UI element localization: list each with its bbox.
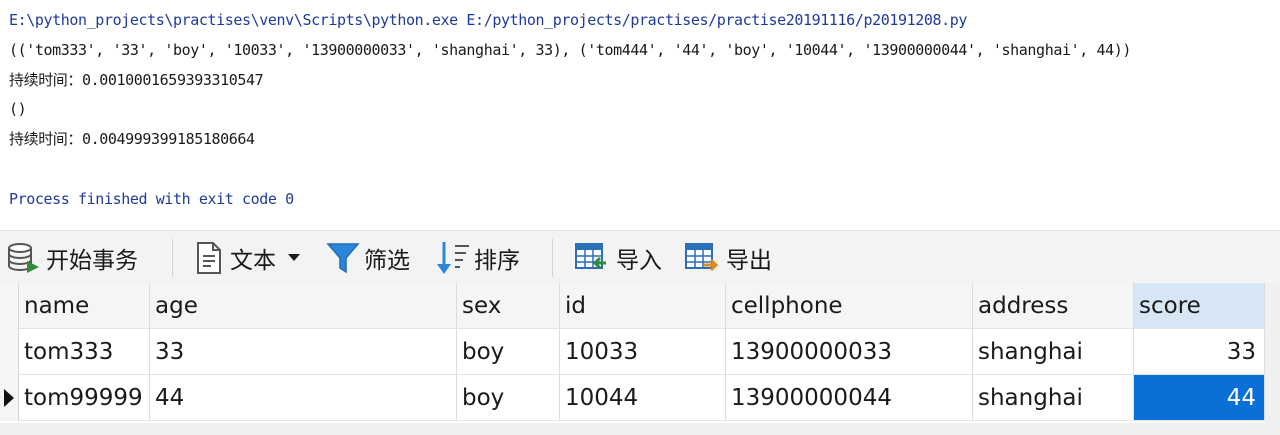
table-import-icon xyxy=(574,241,608,275)
filter-label: 筛选 xyxy=(364,247,410,274)
cell-score-selected[interactable]: 44 xyxy=(1134,375,1265,421)
cell-address[interactable]: shanghai xyxy=(973,375,1134,421)
import-label: 导入 xyxy=(616,247,662,274)
begin-transaction-button[interactable]: 开始事务 xyxy=(6,231,138,284)
cell-age[interactable]: 33 xyxy=(150,329,457,375)
cell-address[interactable]: shanghai xyxy=(973,329,1134,375)
cell-name[interactable]: tom99999 xyxy=(19,375,150,421)
sort-label: 排序 xyxy=(474,247,520,274)
table-toolbar: 开始事务 文本 筛选 排序 导入 导出 xyxy=(0,230,1280,283)
chevron-down-icon[interactable] xyxy=(288,253,300,262)
console-exit-line: Process finished with exit code 0 xyxy=(9,190,294,208)
import-button[interactable]: 导入 xyxy=(574,231,662,284)
text-view-label: 文本 xyxy=(230,247,276,274)
current-row-arrow-icon xyxy=(4,389,14,407)
console-duration-line: 持续时间：0.004999399185180664 xyxy=(9,130,255,148)
data-grid: name age sex id cellphone address score … xyxy=(0,283,1265,423)
grid-corner xyxy=(0,283,19,329)
column-header-score[interactable]: score xyxy=(1134,283,1265,329)
begin-transaction-label: 开始事务 xyxy=(46,247,138,274)
export-label: 导出 xyxy=(726,247,772,274)
funnel-icon xyxy=(326,241,360,275)
row-selector[interactable] xyxy=(0,375,19,421)
run-console: E:\python_projects\practises\venv\Script… xyxy=(0,0,1280,230)
cell-age[interactable]: 44 xyxy=(150,375,457,421)
column-header-sex[interactable]: sex xyxy=(457,283,560,329)
table-export-icon xyxy=(684,241,718,275)
console-command-line: E:\python_projects\practises\venv\Script… xyxy=(9,11,968,29)
column-header-id[interactable]: id xyxy=(560,283,726,329)
cell-cellphone[interactable]: 13900000044 xyxy=(726,375,973,421)
cell-id[interactable]: 10044 xyxy=(560,375,726,421)
column-header-cellphone[interactable]: cellphone xyxy=(726,283,973,329)
cell-sex[interactable]: boy xyxy=(457,329,560,375)
console-output-line: (('tom333', '33', 'boy', '10033', '13900… xyxy=(9,41,1131,59)
filter-button[interactable]: 筛选 xyxy=(326,231,410,284)
horizontal-scrollbar[interactable] xyxy=(0,423,1265,435)
database-transaction-icon xyxy=(6,241,40,275)
cell-id[interactable]: 10033 xyxy=(560,329,726,375)
row-selector[interactable] xyxy=(0,329,19,375)
sort-button[interactable]: 排序 xyxy=(436,231,520,284)
cell-score[interactable]: 33 xyxy=(1134,329,1265,375)
text-view-button[interactable]: 文本 xyxy=(194,231,300,284)
toolbar-divider xyxy=(552,239,553,277)
cell-sex[interactable]: boy xyxy=(457,375,560,421)
console-duration-line: 持续时间：0.0010001659393310547 xyxy=(9,71,264,89)
column-header-address[interactable]: address xyxy=(973,283,1134,329)
cell-cellphone[interactable]: 13900000033 xyxy=(726,329,973,375)
toolbar-divider xyxy=(172,239,173,277)
sort-icon xyxy=(436,240,470,276)
export-button[interactable]: 导出 xyxy=(684,231,772,284)
cell-name[interactable]: tom333 xyxy=(19,329,150,375)
console-output-line: () xyxy=(9,100,27,118)
column-header-age[interactable]: age xyxy=(150,283,457,329)
document-icon xyxy=(194,241,224,275)
column-header-name[interactable]: name xyxy=(19,283,150,329)
vertical-scrollbar[interactable] xyxy=(1265,283,1280,435)
